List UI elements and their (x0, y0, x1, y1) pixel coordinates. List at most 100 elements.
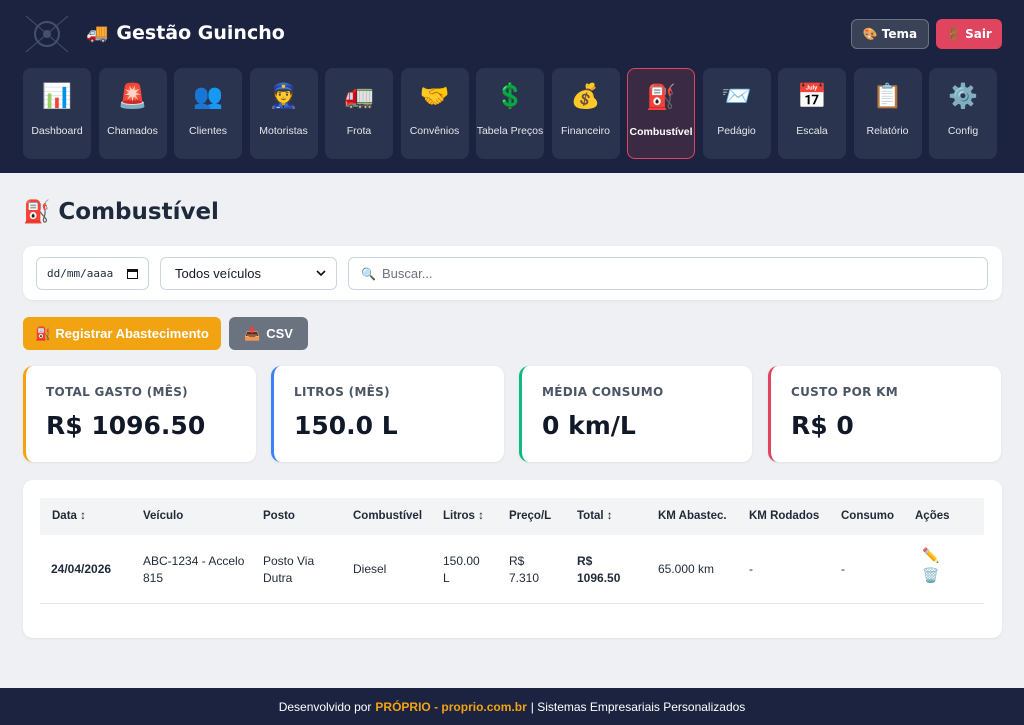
nav-label: Combustível (629, 126, 693, 138)
footer-suffix: | Sistemas Empresariais Personalizados (530, 699, 746, 714)
register-refuel-button[interactable]: ⛽ Registrar Abastecimento (23, 317, 221, 350)
search-icon: 🔍 (361, 266, 376, 281)
edit-icon[interactable]: ✏️ (922, 548, 939, 564)
dollar-icon: 💲 (495, 83, 525, 110)
users-icon: 👥 (193, 83, 223, 110)
column-header-data[interactable]: Data ↕ (52, 498, 86, 535)
column-header-consumo: Consumo (841, 510, 895, 522)
nav-item-pedagio[interactable]: 📨 Pedágio (702, 68, 771, 159)
fuel-table: Data ↕ Veículo Posto Combustível Litros … (23, 480, 1002, 638)
export-csv-label: CSV (266, 326, 293, 341)
stat-label: MÉDIA CONSUMO (542, 385, 664, 399)
column-header-combustivel: Combustível (353, 510, 423, 522)
nav-label: Financeiro (560, 125, 611, 137)
siren-icon: 🚨 (117, 83, 148, 110)
stat-card-litros: LITROS (MÊS) 150.0 L (271, 366, 504, 462)
cell-litros: 150.00 L (443, 553, 480, 585)
column-header-km-abastec: KM Abastec. (658, 510, 727, 522)
date-placeholder: dd/mm/aaaa (47, 267, 114, 280)
cell-consumo: - (841, 562, 845, 576)
footer-company-link[interactable]: PRÓPRIO - proprio.com.br (375, 700, 526, 714)
nav-label: Pedágio (717, 125, 756, 137)
chevron-down-icon (316, 270, 326, 277)
logout-button[interactable]: 🚪 Sair (936, 19, 1002, 49)
column-header-litros[interactable]: Litros ↕ (443, 498, 484, 535)
stat-card-custo-km: CUSTO POR KM R$ 0 (768, 366, 1001, 462)
nav-label: Motoristas (259, 125, 308, 137)
cell-veiculo: ABC-1234 - Accelo 815 (143, 553, 245, 585)
footer-prefix: Desenvolvido por (278, 699, 372, 714)
vehicle-select-value: Todos veículos (175, 266, 261, 281)
row-actions: ✏️ 🗑️ (922, 548, 939, 584)
stat-label: CUSTO POR KM (791, 385, 899, 399)
date-filter-input[interactable]: dd/mm/aaaa (36, 257, 149, 290)
nav-item-tabela-precos[interactable]: 💲 Tabela Preços (476, 68, 544, 159)
nav-item-convenios[interactable]: 🤝 Convênios (400, 68, 469, 159)
fuel-pump-icon: ⛽ (35, 325, 52, 341)
filter-bar: dd/mm/aaaa Todos veículos 🔍 Buscar... (23, 246, 1002, 300)
app-brand[interactable]: 🚚 Gestão Guincho (86, 22, 285, 44)
logo-icon (25, 15, 69, 53)
nav-label: Dashboard (31, 125, 83, 137)
nav-item-motoristas[interactable]: 👮 Motoristas (249, 68, 318, 159)
cell-km-abastec: 65.000 km (658, 562, 715, 576)
footer: Desenvolvido por PRÓPRIO - proprio.com.b… (0, 688, 1024, 725)
clipboard-icon: 📋 (872, 83, 903, 110)
nav-item-combustivel[interactable]: ⛽ Combustível (627, 68, 695, 159)
export-csv-button[interactable]: 📥 CSV (229, 317, 308, 350)
stat-label: TOTAL GASTO (MÊS) (46, 385, 188, 399)
calendar-icon: 📅 (797, 83, 827, 110)
stat-label: LITROS (MÊS) (294, 385, 390, 399)
search-placeholder: Buscar... (381, 266, 433, 281)
cell-combustivel: Diesel (353, 562, 387, 576)
column-header-posto: Posto (263, 510, 295, 522)
stat-value: R$ 0 (791, 411, 854, 440)
search-input[interactable]: 🔍 Buscar... (348, 257, 988, 290)
nav-label: Relatório (866, 125, 909, 137)
column-header-preco: Preço/L (509, 510, 552, 522)
cell-km-rodados: - (749, 562, 753, 576)
column-header-km-rodados: KM Rodados (749, 510, 820, 522)
stat-card-total-gasto: TOTAL GASTO (MÊS) R$ 1096.50 (23, 366, 256, 462)
stat-value: 150.0 L (294, 411, 398, 440)
logout-button-label: Sair (965, 27, 992, 41)
nav-item-chamados[interactable]: 🚨 Chamados (98, 68, 167, 159)
download-icon: 📥 (244, 325, 261, 341)
nav-label: Chamados (107, 125, 158, 137)
cell-posto: Posto Via Dutra (263, 553, 315, 585)
vehicle-select[interactable]: Todos veículos (160, 257, 337, 290)
nav-item-escala[interactable]: 📅 Escala (778, 68, 846, 159)
theme-button[interactable]: 🎨 Tema (851, 19, 929, 49)
envelope-icon: 📨 (721, 83, 752, 110)
nav-label: Convênios (409, 125, 460, 137)
truck-icon: 🚛 (344, 83, 374, 110)
column-header-total[interactable]: Total ↕ (577, 498, 613, 535)
column-header-veiculo: Veículo (143, 510, 184, 522)
calendar-icon (127, 269, 138, 279)
app-title: Gestão Guincho (116, 22, 285, 44)
trash-icon[interactable]: 🗑️ (922, 568, 939, 584)
nav-item-config[interactable]: ⚙️ Config (929, 68, 997, 159)
cell-total: R$ 1096.50 (577, 553, 621, 585)
nav-item-clientes[interactable]: 👥 Clientes (174, 68, 242, 159)
stat-card-media-consumo: MÉDIA CONSUMO 0 km/L (519, 366, 752, 462)
chart-icon: 📊 (42, 83, 72, 110)
main-nav: 📊 Dashboard 🚨 Chamados 👥 Clientes 👮 Motorist… (23, 68, 997, 159)
palette-icon: 🎨 (862, 27, 878, 41)
nav-item-dashboard[interactable]: 📊 Dashboard (23, 68, 91, 159)
nav-label: Frota (346, 125, 372, 137)
door-icon: 🚪 (946, 27, 962, 41)
register-refuel-label: Registrar Abastecimento (55, 326, 209, 341)
nav-label: Clientes (189, 125, 227, 137)
nav-item-relatorio[interactable]: 📋 Relatório (853, 68, 922, 159)
theme-button-label: Tema (881, 27, 918, 41)
nav-label: Config (947, 125, 979, 137)
handshake-icon: 🤝 (419, 83, 450, 110)
fuel-pump-icon: ⛽ (23, 199, 51, 225)
nav-item-frota[interactable]: 🚛 Frota (325, 68, 393, 159)
nav-item-financeiro[interactable]: 💰 Financeiro (551, 68, 620, 159)
cell-data: 24/04/2026 (51, 562, 112, 576)
nav-label: Tabela Preços (476, 125, 544, 137)
truck-icon: 🚚 (86, 22, 109, 44)
cell-preco: R$ 7.310 (509, 553, 540, 585)
